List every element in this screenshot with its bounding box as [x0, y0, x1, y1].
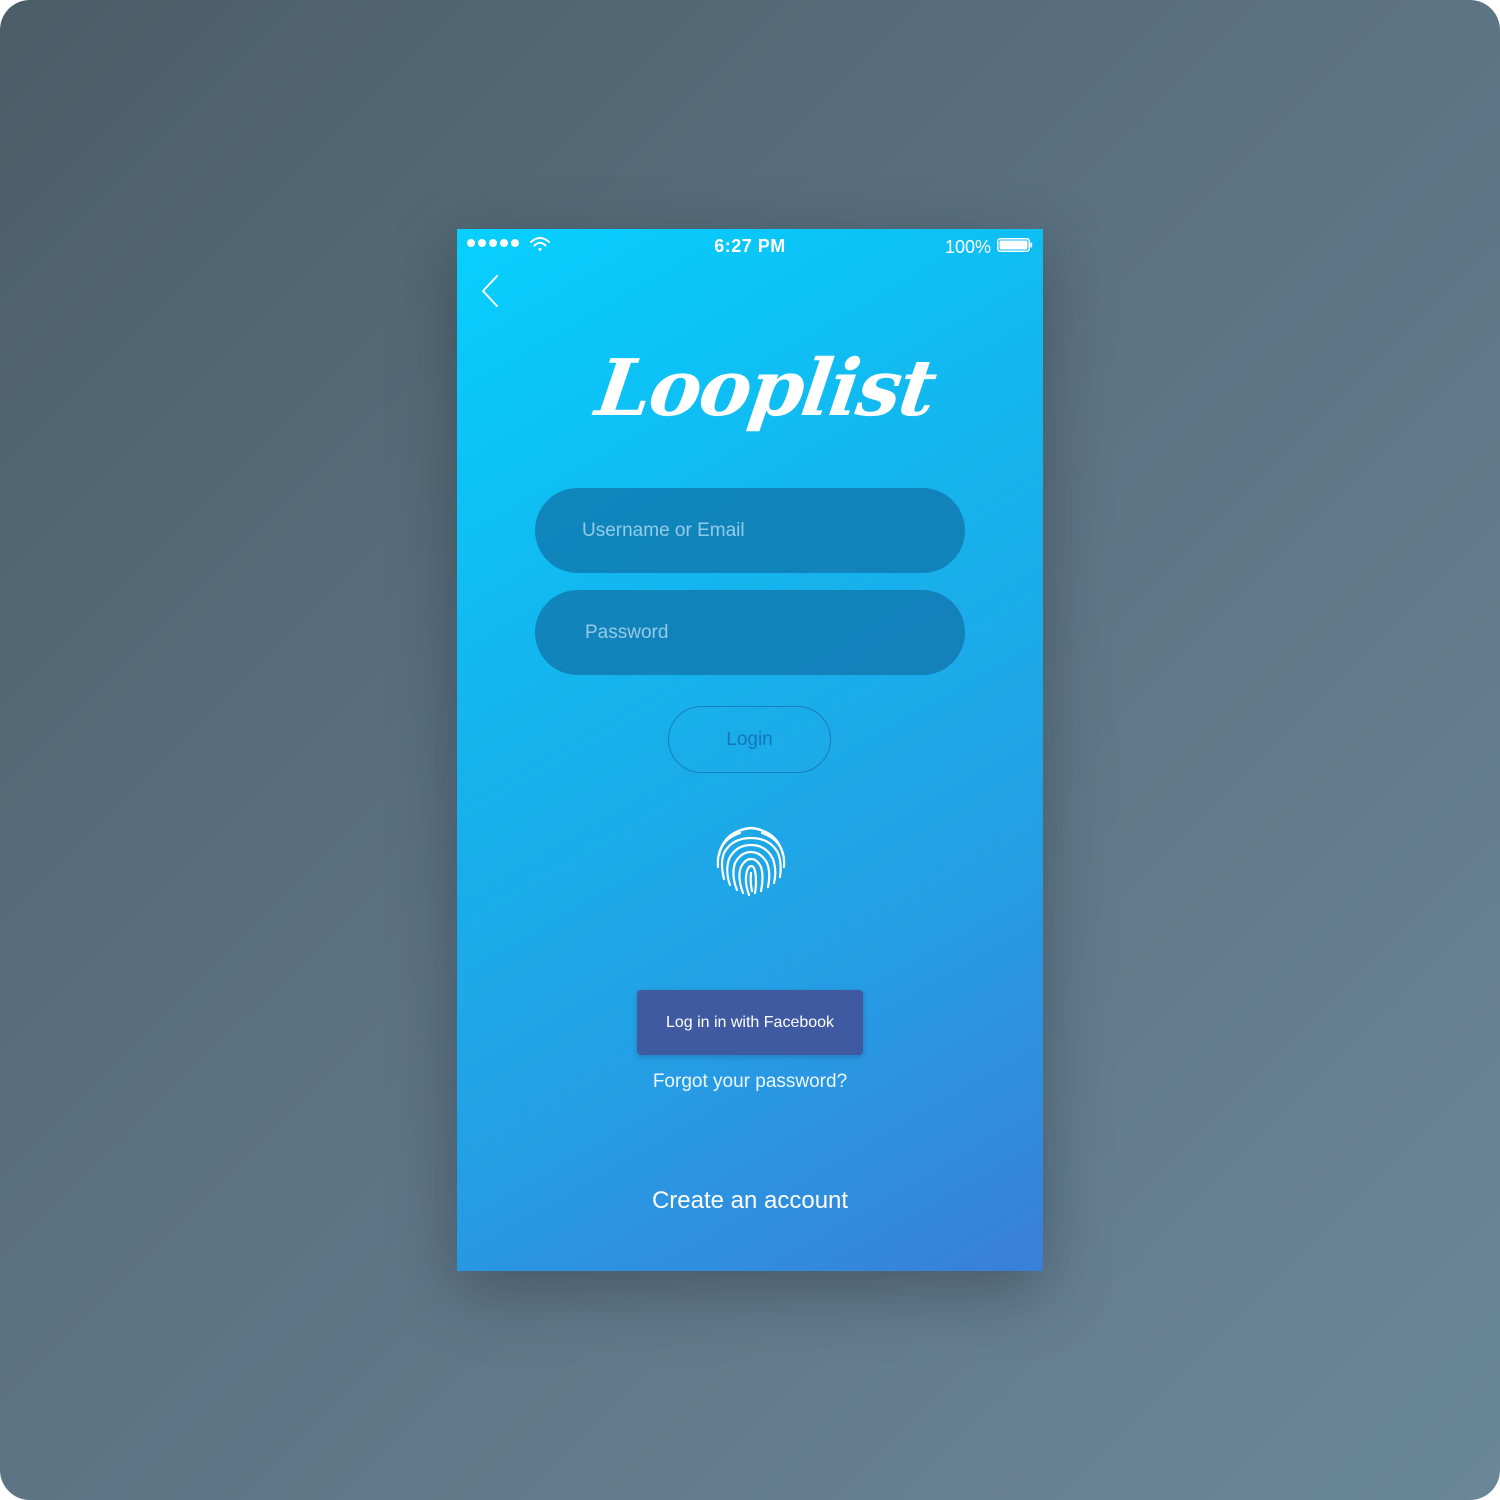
- battery-percent: 100%: [944, 237, 991, 257]
- forgot-password-link[interactable]: Forgot your password?: [457, 1071, 1043, 1093]
- facebook-login-button[interactable]: Log in in with Facebook: [637, 990, 863, 1055]
- battery-icon: [997, 238, 1033, 252]
- password-input[interactable]: [535, 590, 965, 675]
- app-logo: Looplist: [591, 334, 940, 454]
- create-account-link[interactable]: Create an account: [457, 1187, 1043, 1215]
- login-button[interactable]: Login: [668, 706, 831, 773]
- username-field[interactable]: [535, 488, 965, 573]
- back-button[interactable]: [477, 273, 507, 309]
- username-input[interactable]: [535, 488, 965, 573]
- phone-screen: 6:27 PM 100% Looplist Login: [457, 229, 1043, 1271]
- chevron-left-icon: [482, 275, 498, 307]
- logo-text: Looplist: [590, 343, 941, 434]
- fingerprint-icon[interactable]: [710, 819, 792, 901]
- password-field[interactable]: [535, 590, 965, 675]
- page-backdrop: 6:27 PM 100% Looplist Login: [0, 0, 1500, 1500]
- status-bar: 6:27 PM 100%: [457, 229, 1043, 263]
